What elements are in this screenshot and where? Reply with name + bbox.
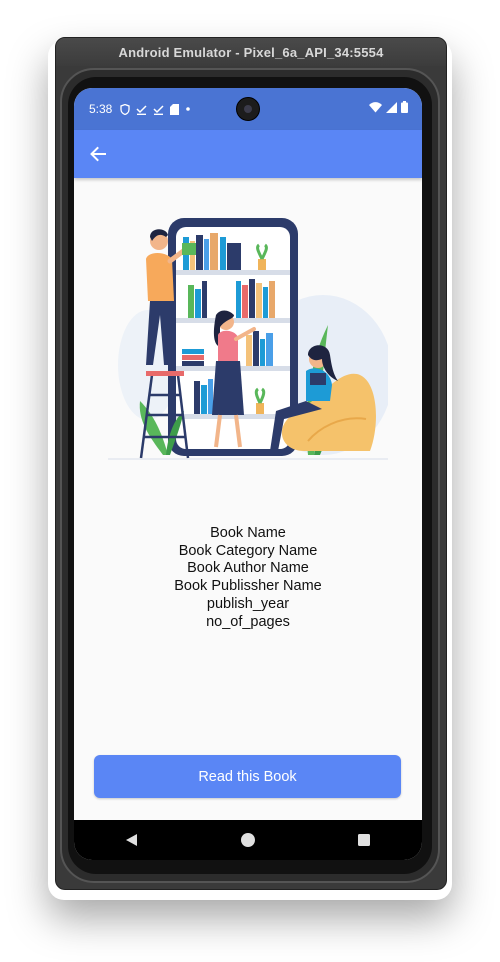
book-category: Book Category Name [178, 542, 318, 559]
status-time: 5:38 [89, 102, 113, 116]
status-notification-icons [120, 103, 191, 115]
library-readers-illustration [108, 218, 388, 460]
download-check-icon [136, 104, 147, 115]
nav-back-button[interactable] [112, 820, 152, 860]
wifi-icon [369, 101, 382, 112]
arrow-back-icon [90, 146, 106, 162]
status-bar: 5:38 [74, 88, 422, 130]
read-book-button[interactable]: Read this Book [94, 755, 401, 798]
nav-recents-button[interactable] [344, 820, 384, 860]
book-name: Book Name [210, 525, 286, 541]
status-system-icons [369, 101, 408, 113]
book-author: Book Author Name [187, 560, 309, 577]
square-recents-icon [358, 834, 370, 846]
system-nav-bar [74, 820, 422, 860]
book-page-count: no_of_pages [206, 613, 290, 630]
shield-icon [120, 103, 131, 115]
back-button[interactable] [86, 142, 110, 166]
download-check-icon [153, 104, 164, 115]
signal-icon [386, 101, 397, 113]
dot-icon [186, 107, 191, 111]
sd-card-icon [170, 103, 180, 115]
triangle-back-icon [126, 834, 137, 846]
book-publish-year: publish_year [206, 595, 290, 612]
battery-icon [401, 101, 408, 113]
front-camera [236, 97, 260, 121]
emulator-titlebar: Android Emulator - Pixel_6a_API_34:5554 [56, 38, 446, 66]
nav-home-button[interactable] [228, 820, 268, 860]
app-bar [74, 130, 422, 178]
book-details: Book Name Book Category Name Book Author… [74, 525, 422, 631]
device-screen: 5:38 Book Name Book Category Name Book A… [74, 88, 422, 860]
circle-home-icon [241, 833, 255, 847]
book-publisher: Book Publissher Name [174, 578, 322, 595]
